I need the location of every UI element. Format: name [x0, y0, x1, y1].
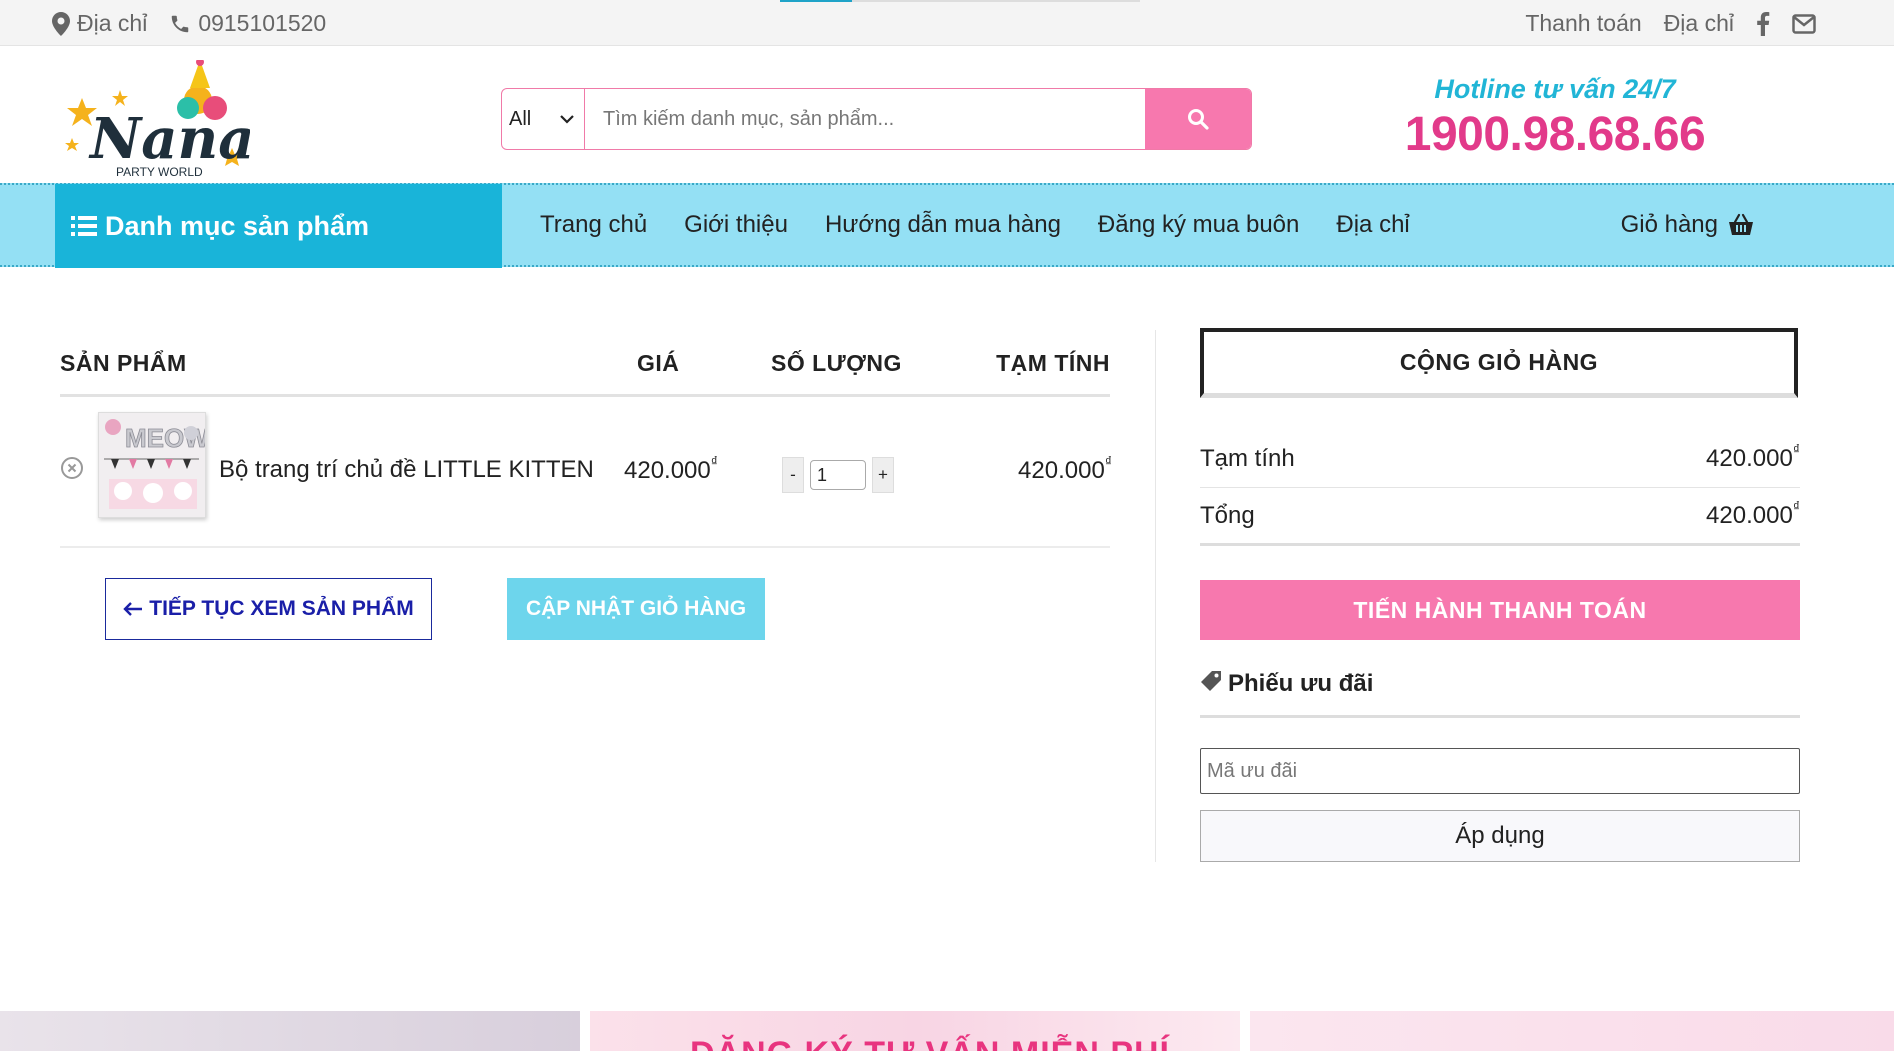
- update-cart-button[interactable]: CẬP NHẬT GIỎ HÀNG: [507, 578, 765, 640]
- top-bar: Địa chỉ 0915101520 Thanh toán Địa chỉ: [0, 0, 1894, 46]
- quantity-stepper: - 1 +: [782, 457, 894, 493]
- search-input[interactable]: [585, 89, 1145, 149]
- map-pin-icon: [52, 11, 70, 36]
- continue-shopping-label: TIẾP TỤC XEM SẢN PHẨM: [149, 597, 414, 620]
- footer-banner-center[interactable]: ĐĂNG KÝ TƯ VẤN MIỄN PHÍ: [590, 1011, 1240, 1051]
- header-divider: [60, 394, 1110, 397]
- topbar-phone-link[interactable]: 0915101520: [169, 10, 326, 37]
- main-nav: Danh mục sản phẩm Trang chủ Giới thiệu H…: [0, 183, 1894, 268]
- column-header-price: GIÁ: [637, 350, 680, 376]
- nav-cart-link[interactable]: Giỏ hàng: [1621, 185, 1754, 265]
- category-menu-button[interactable]: Danh mục sản phẩm: [55, 184, 502, 268]
- totals-subtotal-label: Tạm tính: [1200, 444, 1295, 472]
- column-header-quantity: SỐ LƯỢNG: [771, 350, 902, 376]
- cart-totals-title: CỘNG GIỎ HÀNG: [1200, 328, 1798, 398]
- remove-item-icon[interactable]: [60, 456, 84, 480]
- nav-link-wholesale[interactable]: Đăng ký mua buôn: [1098, 211, 1299, 239]
- facebook-icon[interactable]: [1756, 11, 1770, 36]
- arrow-left-icon: [123, 602, 143, 616]
- product-price: 420.000₫: [624, 453, 718, 484]
- apply-coupon-button[interactable]: Áp dụng: [1200, 810, 1800, 862]
- column-header-subtotal: TẠM TÍNH: [996, 350, 1110, 376]
- tag-icon: [1201, 671, 1221, 691]
- topbar-address-link[interactable]: Địa chỉ: [52, 10, 147, 37]
- list-icon: [71, 216, 97, 236]
- phone-icon: [172, 15, 189, 32]
- product-thumbnail[interactable]: MEOW: [98, 412, 206, 518]
- search-button[interactable]: [1145, 89, 1251, 149]
- product-name-link[interactable]: Bộ trang trí chủ đề LITTLE KITTEN: [219, 456, 594, 484]
- coupon-title-text: Phiếu ưu đãi: [1228, 670, 1374, 697]
- column-separator: [1155, 330, 1156, 862]
- footer-banners: ĐĂNG KÝ TƯ VẤN MIỄN PHÍ: [0, 1011, 1894, 1051]
- totals-subtotal-value: 420.000₫: [1706, 441, 1800, 472]
- continue-shopping-button[interactable]: TIẾP TỤC XEM SẢN PHẨM: [105, 578, 432, 640]
- nav-link-home[interactable]: Trang chủ: [540, 211, 647, 239]
- chevron-down-icon: [560, 115, 574, 124]
- search-bar: All: [501, 88, 1252, 150]
- logo-tagline: PARTY WORLD: [116, 165, 203, 178]
- product-subtotal: 420.000₫: [1018, 453, 1112, 484]
- quantity-decrease-button[interactable]: -: [782, 457, 804, 493]
- hotline-block: Hotline tư vấn 24/7 1900.98.68.66: [1400, 74, 1710, 162]
- totals-subtotal-row: Tạm tính 420.000₫: [1200, 430, 1800, 488]
- shopping-basket-icon: [1729, 213, 1753, 235]
- page-load-progress: [780, 0, 1140, 2]
- site-logo[interactable]: Nana PARTY WORLD: [60, 58, 254, 179]
- topbar-link-address[interactable]: Địa chỉ: [1664, 10, 1734, 37]
- row-divider: [60, 546, 1110, 548]
- topbar-link-checkout[interactable]: Thanh toán: [1525, 10, 1641, 37]
- nav-cart-label: Giỏ hàng: [1620, 211, 1718, 238]
- totals-total-value: 420.000₫: [1706, 498, 1800, 529]
- quantity-increase-button[interactable]: +: [872, 457, 894, 493]
- coupon-code-input[interactable]: Mã ưu đãi: [1200, 748, 1800, 794]
- search-category-value: All: [509, 107, 532, 130]
- nav-link-about[interactable]: Giới thiệu: [684, 211, 788, 239]
- topbar-phone-text: 0915101520: [198, 10, 327, 36]
- topbar-address-text: Địa chỉ: [77, 10, 148, 36]
- hotline-number[interactable]: 1900.98.68.66: [1400, 107, 1710, 162]
- footer-banner-left[interactable]: [0, 1011, 580, 1051]
- hotline-label: Hotline tư vấn 24/7: [1434, 74, 1676, 104]
- footer-banner-text: ĐĂNG KÝ TƯ VẤN MIỄN PHÍ: [690, 1035, 1170, 1051]
- footer-banner-right[interactable]: [1250, 1011, 1894, 1051]
- column-header-product: SẢN PHẨM: [60, 350, 187, 376]
- product-image: MEOW: [99, 413, 205, 517]
- coupon-section-title: Phiếu ưu đãi: [1200, 666, 1800, 718]
- totals-total-row: Tổng 420.000₫: [1200, 488, 1800, 546]
- totals-total-label: Tổng: [1200, 501, 1255, 529]
- proceed-to-checkout-button[interactable]: TIẾN HÀNH THANH TOÁN: [1200, 580, 1800, 640]
- logo-graphic: Nana PARTY WORLD: [65, 58, 254, 179]
- search-category-select[interactable]: All: [502, 89, 585, 149]
- logo-wordmark: Nana: [88, 106, 250, 172]
- quantity-input[interactable]: 1: [810, 460, 866, 490]
- nav-link-address[interactable]: Địa chỉ: [1336, 211, 1409, 239]
- search-icon: [1188, 109, 1209, 130]
- category-menu-label: Danh mục sản phẩm: [105, 210, 370, 241]
- nav-link-shopping-guide[interactable]: Hướng dẫn mua hàng: [825, 211, 1061, 239]
- mail-icon[interactable]: [1792, 13, 1816, 34]
